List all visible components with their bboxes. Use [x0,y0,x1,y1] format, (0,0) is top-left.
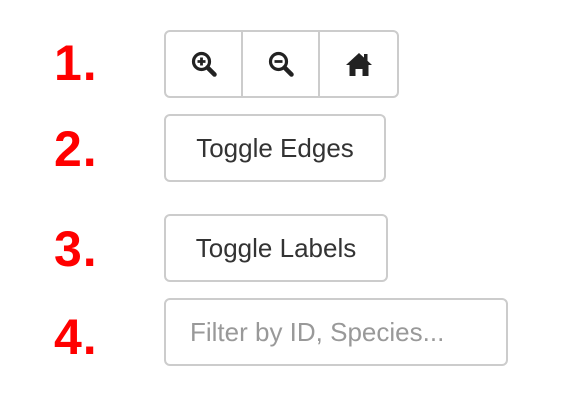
zoom-in-button[interactable] [166,32,243,96]
zoom-out-icon [268,51,294,77]
zoom-controls [164,30,399,98]
filter-input[interactable] [164,298,508,366]
home-icon [345,53,372,76]
zoom-in-icon [191,51,217,77]
zoom-out-button[interactable] [243,32,320,96]
step-number-2: 2. [54,121,98,177]
step-number-1: 1. [54,35,98,91]
toggle-labels-button[interactable]: Toggle Labels [164,214,388,282]
step-number-3: 3. [54,221,98,277]
toggle-edges-button[interactable]: Toggle Edges [164,114,386,182]
home-button[interactable] [320,32,397,96]
step-number-4: 4. [54,309,98,365]
